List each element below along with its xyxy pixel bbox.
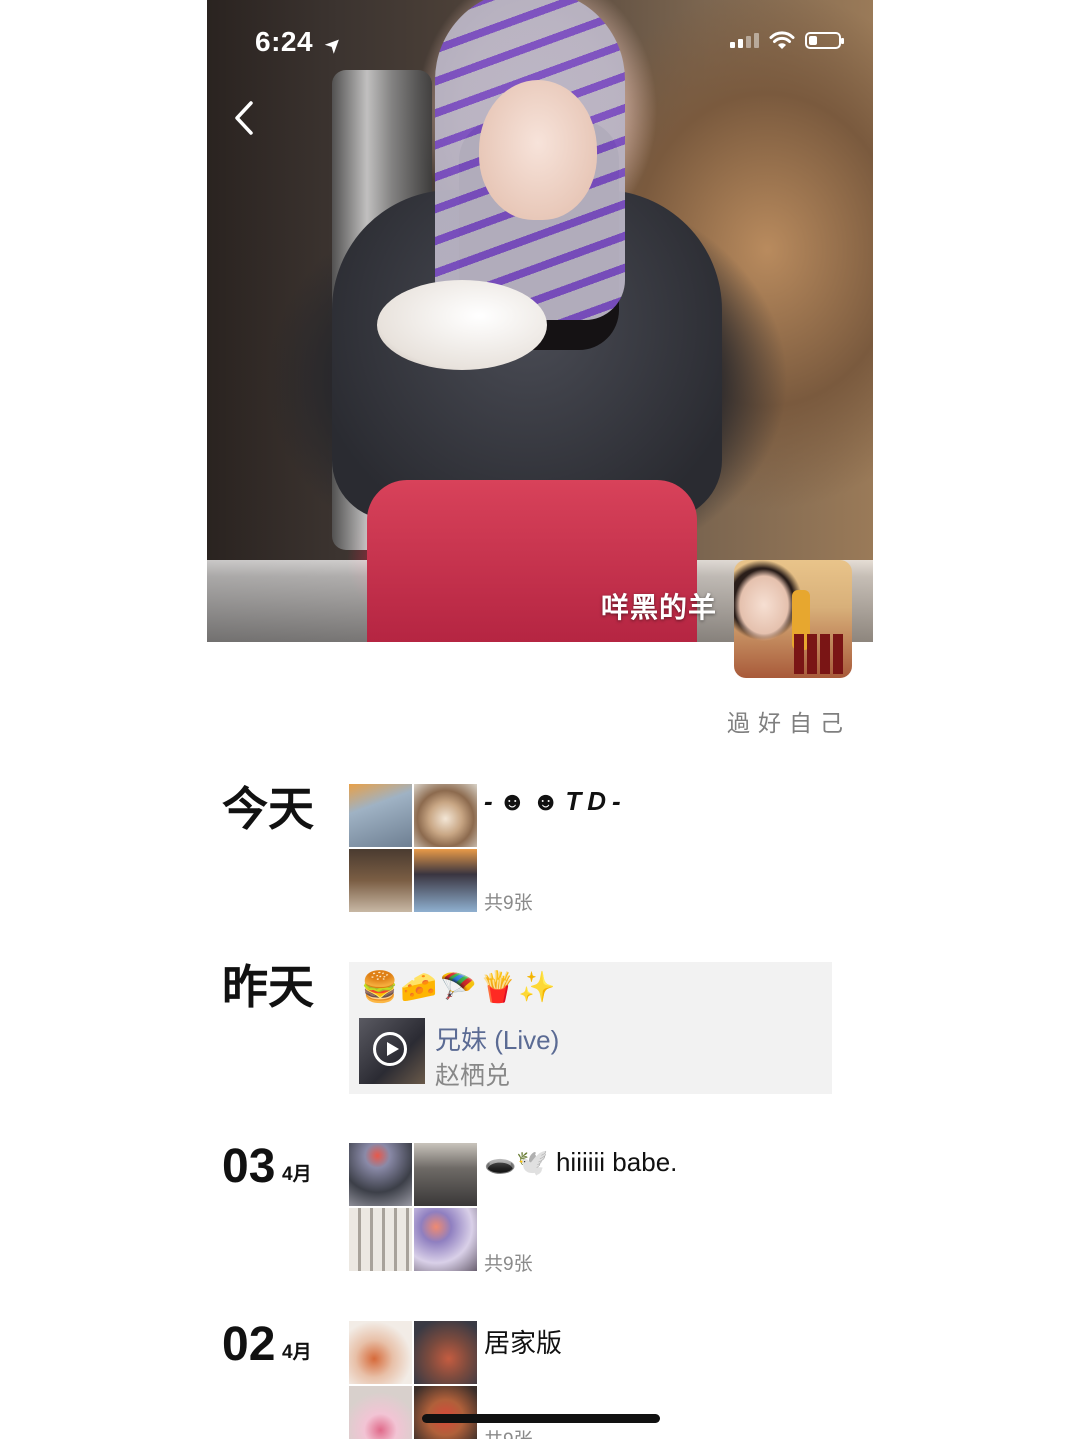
photo-thumbnail[interactable]: [414, 1143, 477, 1206]
cover-cat: [377, 280, 547, 370]
cover-photo[interactable]: 6:24 ➤ 咩黑的羊: [207, 0, 873, 642]
cover-face: [479, 80, 597, 220]
play-icon[interactable]: [373, 1032, 407, 1066]
photo-thumbnail[interactable]: [349, 1143, 412, 1206]
photo-count: 共9张: [484, 1425, 533, 1439]
moment-photo-grid[interactable]: [349, 1143, 477, 1271]
music-share-card[interactable]: 🍔🧀🪂🍟✨ 兄妹 (Live) 赵栖兑: [349, 962, 832, 1094]
photo-count: 共9张: [484, 893, 533, 914]
battery-icon: [805, 31, 844, 49]
status-time: 6:24 ➤: [255, 26, 348, 59]
photo-thumbnail[interactable]: [414, 1208, 477, 1271]
avatar-bottles: [794, 634, 846, 674]
moment-caption: 居家版: [484, 1328, 563, 1358]
moment-date: 昨天: [222, 961, 314, 1013]
photo-thumbnail[interactable]: [414, 849, 477, 912]
photo-thumbnail[interactable]: [349, 1386, 412, 1439]
photo-thumbnail[interactable]: [414, 1321, 477, 1384]
moment-item[interactable]: 03 4月 🕳️🕊️ hiiiiii babe. 共9张: [207, 1140, 873, 1276]
avatar[interactable]: [734, 560, 852, 678]
moment-date-day: 02: [222, 1318, 276, 1371]
profile-name: 咩黑的羊: [600, 592, 717, 623]
home-indicator[interactable]: [422, 1414, 660, 1423]
photo-thumbnail[interactable]: [349, 784, 412, 847]
status-icons: [730, 30, 844, 50]
location-arrow-icon: ➤: [320, 30, 349, 59]
status-time-text: 6:24: [255, 26, 314, 57]
song-artist: 赵栖兑: [435, 1062, 511, 1090]
music-cover[interactable]: [359, 1018, 425, 1084]
photo-thumbnail[interactable]: [349, 1321, 412, 1384]
song-title[interactable]: 兄妹 (Live): [435, 1020, 559, 1057]
back-button[interactable]: [229, 98, 269, 138]
moment-date-month: 4月: [282, 1164, 312, 1185]
moment-photo-grid[interactable]: [349, 784, 477, 912]
moment-item[interactable]: 昨天 🍔🧀🪂🍟✨ 兄妹 (Live) 赵栖兑: [207, 962, 873, 1094]
photo-count: 共9张: [484, 1254, 533, 1275]
photo-thumbnail[interactable]: [414, 1386, 477, 1439]
moment-caption: -☻☻TD-: [484, 786, 627, 816]
moment-date-day: 03: [222, 1140, 276, 1193]
photo-thumbnail[interactable]: [414, 784, 477, 847]
cellular-signal-icon: [730, 32, 759, 48]
moment-item[interactable]: 今天 -☻☻TD- 共9张: [207, 784, 873, 914]
moment-date-month: 4月: [282, 1342, 312, 1363]
photo-thumbnail[interactable]: [349, 1208, 412, 1271]
moments-screen: 6:24 ➤ 咩黑的羊 過好自己 今天 -☻☻TD- 共9张 昨天 🍔🧀🪂🍟✨ …: [207, 0, 873, 1439]
profile-signature: 過好自己: [727, 710, 851, 736]
wifi-icon: [769, 31, 795, 49]
photo-thumbnail[interactable]: [349, 849, 412, 912]
moment-caption: 🕳️🕊️ hiiiiii babe.: [484, 1147, 678, 1177]
moment-emoji-caption: 🍔🧀🪂🍟✨: [361, 971, 558, 1004]
chevron-left-icon: [235, 101, 253, 135]
moment-date: 今天: [222, 783, 314, 835]
